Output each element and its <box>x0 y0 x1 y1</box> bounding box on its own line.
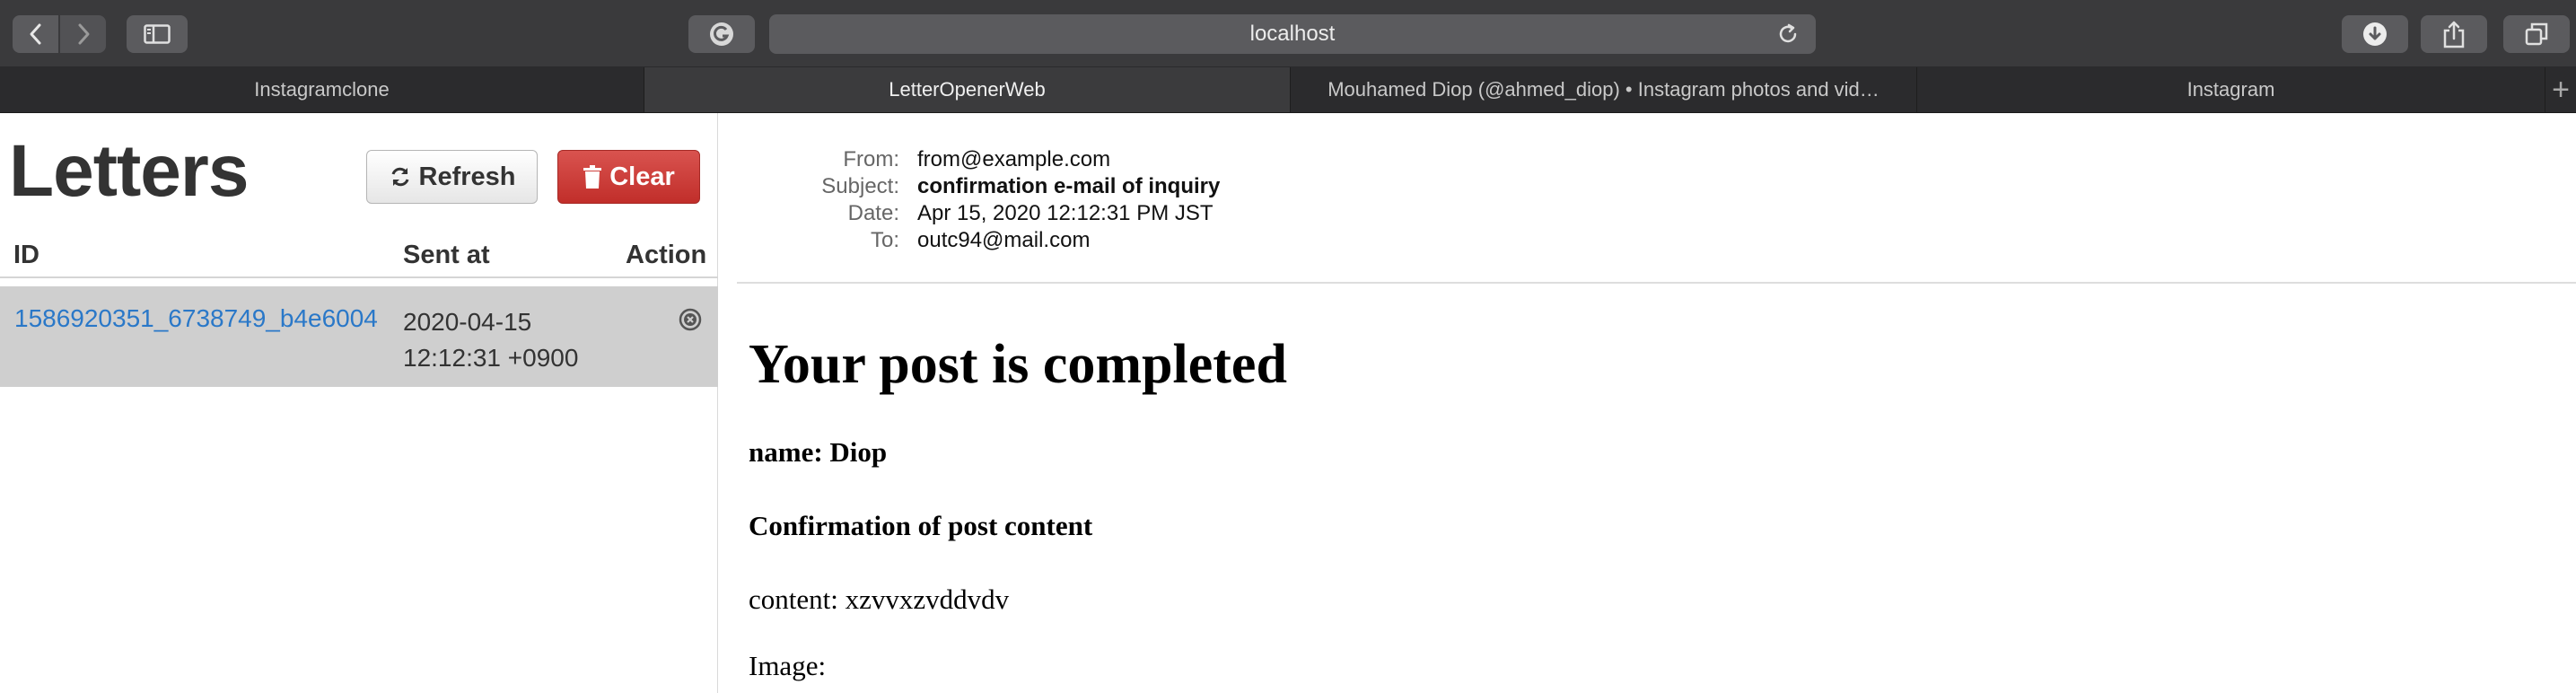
header-divider <box>737 282 2576 284</box>
back-button[interactable] <box>13 15 58 53</box>
refresh-icon <box>391 167 408 187</box>
refresh-label: Refresh <box>418 162 516 191</box>
date-label: Date: <box>847 201 899 225</box>
subject-row: Subject: confirmation e-mail of inquiry <box>719 174 2576 201</box>
column-header-sent-at: Sent at <box>403 241 490 269</box>
downloads-button[interactable] <box>2342 15 2408 53</box>
from-row: From: from@example.com <box>719 147 2576 174</box>
tab-instagram-profile[interactable]: Mouhamed Diop (@ahmed_diop) • Instagram … <box>1291 67 1917 112</box>
message-pane: From: from@example.com Subject: confirma… <box>719 113 2576 693</box>
address-bar[interactable]: localhost <box>769 14 1816 54</box>
sent-at-cell: 2020-04-15 12:12:31 +0900 <box>403 304 578 376</box>
tab-overview-icon <box>2525 22 2548 46</box>
image-line: Image: <box>749 650 827 681</box>
refresh-button[interactable]: Refresh <box>366 150 538 204</box>
to-row: To: outc94@mail.com <box>719 228 2576 255</box>
confirmation-line: Confirmation of post content <box>749 510 1093 541</box>
clear-label: Clear <box>609 162 675 191</box>
trash-icon <box>583 165 602 189</box>
subject-value: confirmation e-mail of inquiry <box>917 174 1221 198</box>
sent-date: 2020-04-15 <box>403 308 532 336</box>
sidebar-button[interactable] <box>127 15 188 53</box>
browser-toolbar: localhost <box>0 0 2576 67</box>
share-button[interactable] <box>2421 15 2487 53</box>
to-label: To: <box>870 228 899 252</box>
message-body: Your post is completed name: Diop Confir… <box>749 333 1287 682</box>
share-icon <box>2443 21 2465 48</box>
tab-letteropenerweb[interactable]: LetterOpenerWeb <box>644 67 1291 112</box>
chevron-left-icon <box>30 23 40 45</box>
page-title: Letters <box>9 130 249 212</box>
chevron-right-icon <box>78 23 89 45</box>
reload-icon[interactable] <box>1776 22 1800 46</box>
letter-id-link[interactable]: 1586920351_6738749_b4e6004 <box>14 304 378 333</box>
new-tab-button[interactable]: + <box>2545 67 2576 112</box>
download-icon <box>2363 22 2387 46</box>
message-headers: From: from@example.com Subject: confirma… <box>719 147 2576 255</box>
name-line: name: Diop <box>749 436 888 468</box>
table-row[interactable]: 1586920351_6738749_b4e6004 2020-04-15 12… <box>0 286 718 387</box>
from-label: From: <box>843 147 899 171</box>
from-value: from@example.com <box>917 147 1111 171</box>
tab-overview-button[interactable] <box>2503 15 2570 53</box>
navigation-buttons <box>13 15 106 53</box>
letters-table-header: ID Sent at Action <box>0 235 718 278</box>
date-row: Date: Apr 15, 2020 12:12:31 PM JST <box>719 201 2576 228</box>
sent-time: 12:12:31 +0900 <box>403 344 579 372</box>
remove-circle-icon[interactable] <box>679 308 702 331</box>
column-header-id: ID <box>13 241 39 269</box>
tab-instagramclone[interactable]: Instagramclone <box>0 67 644 112</box>
message-heading: Your post is completed <box>749 334 1287 395</box>
grammarly-icon <box>710 22 733 46</box>
date-value: Apr 15, 2020 12:12:31 PM JST <box>917 201 1214 225</box>
content-line: content: xzvvxzvddvdv <box>749 583 1010 615</box>
grammarly-extension-button[interactable] <box>688 15 755 53</box>
subject-label: Subject: <box>821 174 899 198</box>
tab-instagram[interactable]: Instagram <box>1917 67 2545 112</box>
to-value: outc94@mail.com <box>917 228 1091 252</box>
column-header-action: Action <box>626 241 707 269</box>
address-text: localhost <box>1249 22 1336 46</box>
letters-pane: Letters Refresh Clear ID Sent at Action … <box>0 113 718 693</box>
tab-bar: Instagramclone LetterOpenerWeb Mouhamed … <box>0 67 2576 113</box>
forward-button[interactable] <box>60 15 106 53</box>
clear-button[interactable]: Clear <box>557 150 700 204</box>
sidebar-icon <box>144 24 171 44</box>
